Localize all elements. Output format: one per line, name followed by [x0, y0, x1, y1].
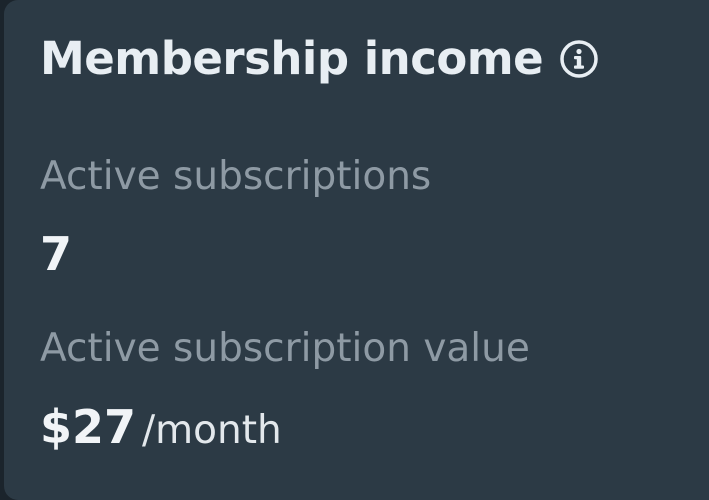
active-subscriptions-label: Active subscriptions [40, 154, 432, 199]
subscription-amount: $27 [40, 400, 137, 454]
active-subscription-value-label: Active subscription value [40, 326, 530, 371]
card-title: Membership income [40, 32, 544, 85]
card-header: Membership income [40, 32, 599, 85]
active-subscription-value: $27/month [40, 400, 282, 454]
subscription-period: /month [142, 408, 282, 453]
membership-income-card: Membership income Active subscriptions 7… [4, 0, 709, 500]
info-icon[interactable] [559, 39, 599, 79]
active-subscriptions-value: 7 [40, 227, 73, 281]
